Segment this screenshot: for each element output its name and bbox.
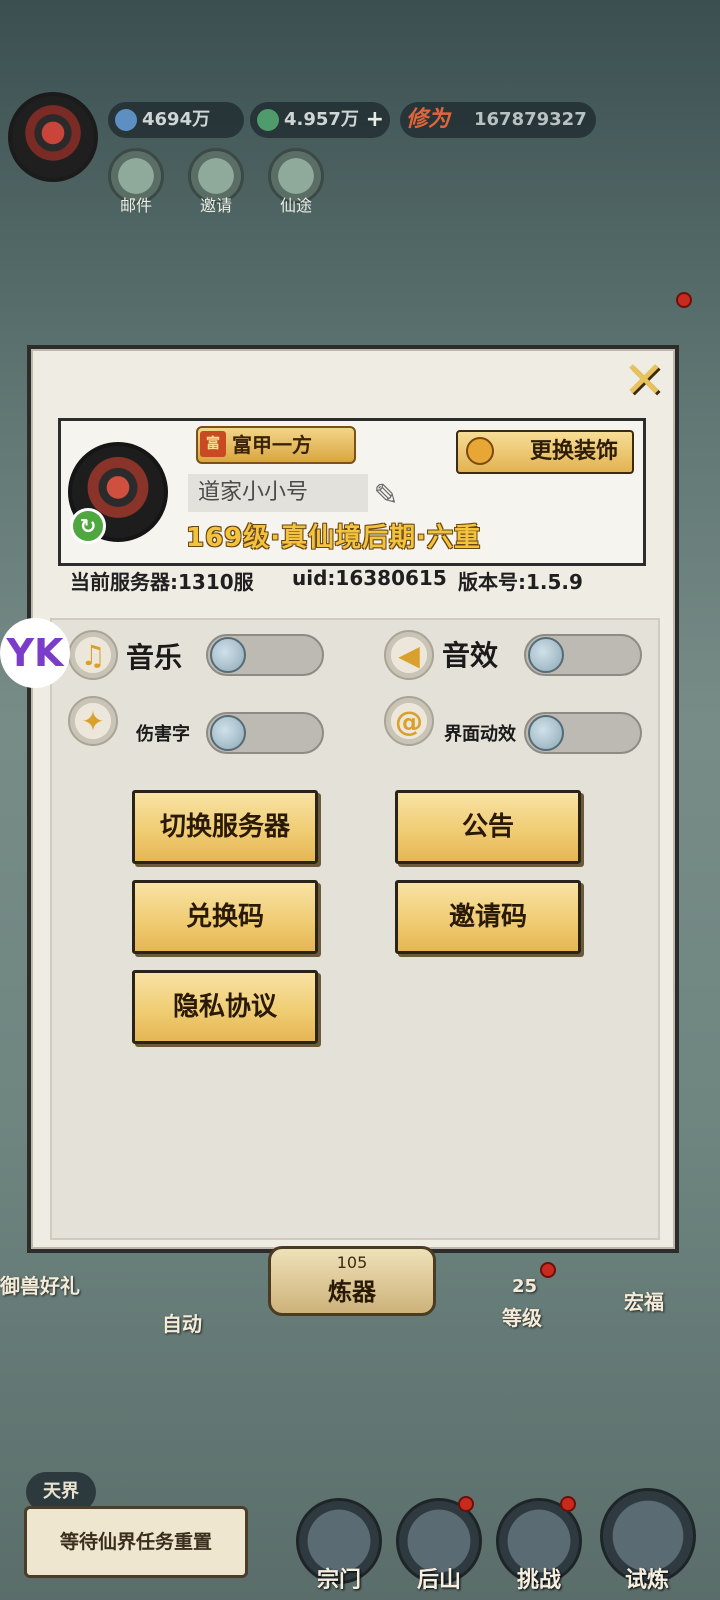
sfx-label: 音效 [442, 639, 499, 672]
music-label: 音乐 [126, 641, 183, 674]
level-button[interactable]: 等级 [502, 1302, 542, 1331]
auto-button[interactable]: 自动 [162, 1308, 202, 1337]
jade-counter: 4.957万 + [250, 102, 390, 138]
refine-label: 炼器 [328, 1278, 376, 1306]
trial-label: 试炼 [624, 1568, 669, 1593]
server-info: 当前服务器:1310服 [70, 570, 254, 594]
damage-burst-icon: ✦ [68, 696, 118, 746]
cultivation-counter: 修为 167879327 [400, 102, 596, 138]
title-badge-text: 富甲一方 [232, 433, 312, 457]
damage-text-toggle-knob [210, 715, 246, 751]
sect-label: 宗门 [316, 1568, 361, 1593]
backhill-label: 后山 [416, 1568, 461, 1593]
title-seal-icon: 富 [200, 431, 226, 457]
refine-button[interactable]: 105 炼器 [268, 1246, 436, 1316]
privacy-button[interactable]: 隐私协议 [132, 970, 318, 1044]
spirit-stone-icon [115, 109, 137, 131]
app-watermark-logo: YK [0, 618, 70, 688]
swirl-icon: @ [384, 696, 434, 746]
jade-icon [257, 109, 279, 131]
challenge-label: 挑战 [516, 1568, 561, 1593]
music-toggle[interactable] [206, 634, 324, 676]
beast-gift-label[interactable]: 御兽好礼 [0, 1270, 80, 1299]
change-decor-label: 更换装饰 [529, 439, 618, 464]
ui-animation-label: 界面动效 [444, 724, 516, 745]
notice-button[interactable]: 公告 [395, 790, 581, 864]
notification-dot [676, 292, 692, 308]
challenge-notification-dot [560, 1496, 576, 1512]
invite-label: 邀请 [199, 196, 232, 215]
realm-level-text: 169级·真仙境后期·六重 [186, 523, 482, 553]
switch-server-button[interactable]: 切换服务器 [132, 790, 318, 864]
refine-level: 105 [336, 1253, 368, 1272]
redeem-code-label: 兑换码 [185, 902, 264, 932]
redeem-code-button[interactable]: 兑换码 [132, 880, 318, 954]
fortune-button[interactable]: 宏福 [624, 1286, 664, 1315]
cultivation-label: 修为 [406, 107, 451, 132]
spirit-stone-counter: 4694万 [108, 102, 244, 138]
sfx-toggle-knob [528, 637, 564, 673]
level-number: 25 [512, 1276, 538, 1297]
player-name-field[interactable]: 道家小小号 [188, 474, 368, 512]
damage-text-toggle[interactable] [206, 712, 324, 754]
music-note-icon: ♫ [68, 630, 118, 680]
ui-animation-toggle[interactable] [524, 712, 642, 754]
player-avatar[interactable] [8, 92, 98, 182]
add-currency-icon[interactable]: + [366, 102, 384, 138]
edit-name-icon[interactable]: ✎ [366, 476, 406, 516]
backhill-notification-dot [458, 1496, 474, 1512]
privacy-label: 隐私协议 [172, 992, 277, 1022]
close-icon[interactable]: ✕ [618, 354, 670, 406]
level-notification-dot [540, 1262, 556, 1278]
switch-server-label: 切换服务器 [159, 812, 290, 842]
invite-code-button[interactable]: 邀请码 [395, 880, 581, 954]
decor-icon [466, 437, 494, 465]
ui-animation-toggle-knob [528, 715, 564, 751]
version-info: 版本号:1.5.9 [458, 570, 583, 594]
speaker-icon: ◀ [384, 630, 434, 680]
jade-value: 4.957万 [284, 109, 359, 130]
cultivation-value: 167879327 [474, 109, 587, 130]
refresh-avatar-icon[interactable]: ↻ [70, 508, 106, 544]
task-status-panel[interactable]: 等待仙界任务重置 [24, 1506, 248, 1578]
mail-label: 邮件 [119, 196, 152, 215]
damage-text-label: 伤害字 [136, 724, 190, 745]
xiantu-label: 仙途 [279, 196, 312, 215]
music-toggle-knob [210, 637, 246, 673]
sfx-toggle[interactable] [524, 634, 642, 676]
spirit-stone-value: 4694万 [142, 109, 211, 130]
uid-info: uid:16380615 [292, 566, 447, 590]
notice-label: 公告 [461, 812, 514, 842]
invite-code-label: 邀请码 [448, 902, 527, 932]
